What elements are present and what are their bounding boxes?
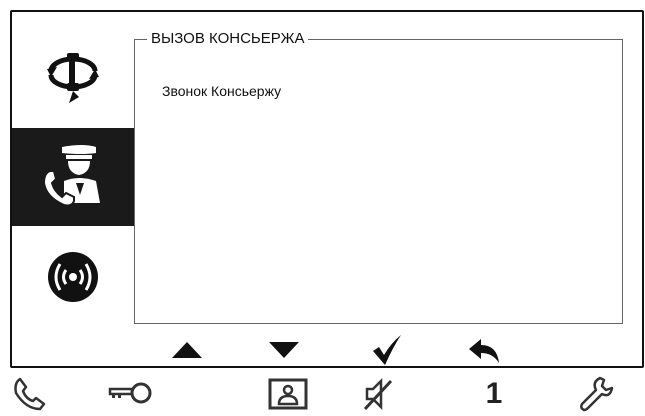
down-button[interactable] (264, 335, 304, 365)
mute-icon (363, 377, 393, 411)
concierge-icon (42, 145, 100, 207)
rotate-phone-icon (47, 53, 99, 103)
digit-indicator: 1 (470, 374, 518, 414)
device-screen: ВЫЗОВ КОНСЬЕРЖА Звонок Консьержу (10, 10, 644, 368)
contact-card-icon (268, 378, 308, 410)
arrow-up-icon (172, 342, 202, 358)
sidebar-item-broadcast[interactable] (12, 228, 134, 326)
confirm-button[interactable] (367, 335, 407, 365)
settings-button[interactable] (572, 374, 620, 414)
contact-card-button[interactable] (264, 374, 312, 414)
key-button[interactable] (107, 374, 155, 414)
sidebar-item-rotate[interactable] (12, 28, 134, 126)
up-button[interactable] (167, 335, 207, 365)
arrow-down-icon (269, 342, 299, 358)
back-icon (469, 339, 499, 363)
concierge-call-panel: ВЫЗОВ КОНСЬЕРЖА Звонок Консьержу (134, 30, 623, 324)
call-concierge-item[interactable]: Звонок Консьержу (162, 82, 281, 100)
broadcast-icon (48, 252, 98, 302)
phone-icon (14, 377, 46, 411)
panel-title: ВЫЗОВ КОНСЬЕРЖА (147, 30, 309, 48)
wrench-icon (580, 376, 614, 412)
mute-button[interactable] (354, 374, 402, 414)
back-button[interactable] (464, 335, 504, 365)
phone-button[interactable] (5, 374, 53, 414)
digit-label: 1 (485, 377, 503, 410)
checkmark-icon (373, 335, 401, 365)
sidebar-item-concierge[interactable] (12, 128, 134, 226)
key-icon (108, 382, 152, 404)
